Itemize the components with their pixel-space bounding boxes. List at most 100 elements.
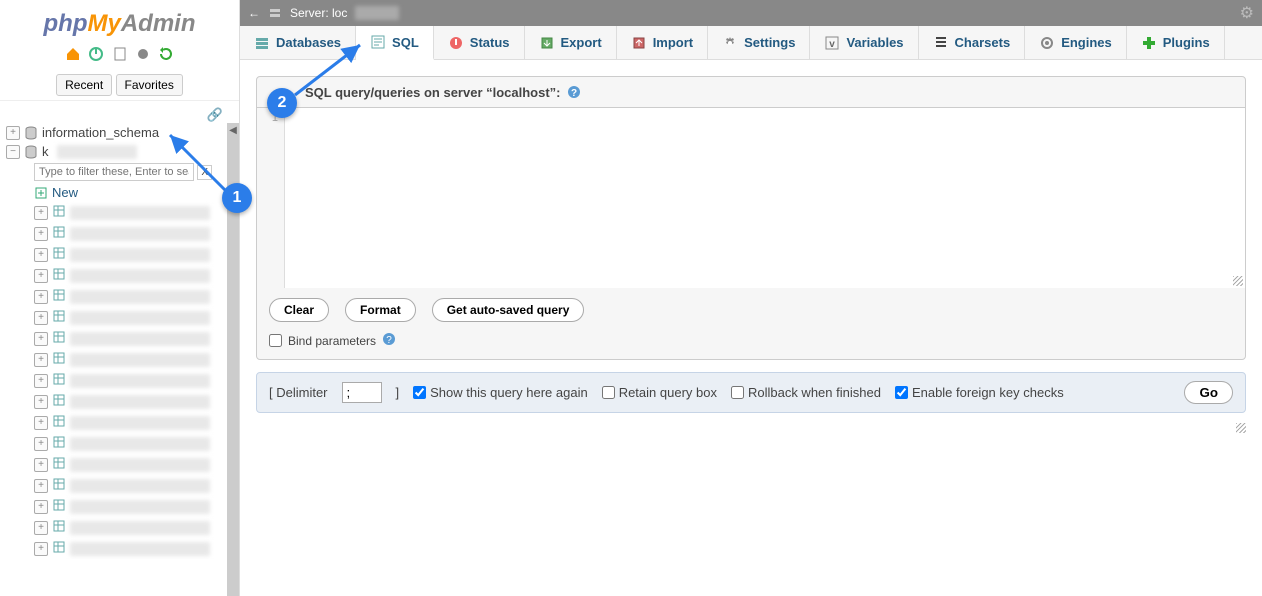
table-node[interactable]: + — [34, 370, 227, 391]
home-icon[interactable] — [65, 46, 81, 62]
table-icon — [52, 519, 66, 536]
expand-icon[interactable]: + — [34, 437, 48, 451]
redacted-text — [70, 458, 210, 472]
table-node[interactable]: + — [34, 517, 227, 538]
link-icon[interactable]: 🔗 — [0, 107, 239, 123]
expand-icon[interactable]: + — [34, 374, 48, 388]
favorites-button[interactable]: Favorites — [116, 74, 183, 96]
table-node[interactable]: + — [34, 475, 227, 496]
table-node[interactable]: + — [34, 202, 227, 223]
fk-label: Enable foreign key checks — [912, 385, 1064, 400]
page-settings-icon[interactable]: ⚙ — [1240, 3, 1254, 23]
tab-label: Charsets — [955, 35, 1011, 50]
table-node[interactable]: + — [34, 307, 227, 328]
new-icon — [34, 186, 48, 200]
tab-engines[interactable]: Engines — [1025, 26, 1127, 59]
expand-icon[interactable]: + — [34, 227, 48, 241]
table-node[interactable]: + — [34, 433, 227, 454]
table-node[interactable]: + — [34, 538, 227, 559]
new-table-link[interactable]: New — [34, 183, 227, 202]
get-autosaved-button[interactable]: Get auto-saved query — [432, 298, 585, 322]
resize-grip[interactable] — [1233, 276, 1243, 286]
filter-input[interactable] — [34, 163, 194, 181]
redacted-text — [70, 269, 210, 283]
tab-databases[interactable]: Databases — [240, 26, 356, 59]
server-breadcrumb[interactable]: Server: loc — [290, 6, 347, 20]
db-node-information-schema[interactable]: + information_schema — [6, 123, 227, 142]
table-node[interactable]: + — [34, 244, 227, 265]
tab-sql[interactable]: SQL — [356, 26, 434, 60]
expand-icon[interactable]: + — [34, 353, 48, 367]
table-node[interactable]: + — [34, 412, 227, 433]
recent-button[interactable]: Recent — [56, 74, 112, 96]
expand-icon[interactable]: + — [34, 332, 48, 346]
db-label: k — [42, 144, 49, 159]
settings-icon[interactable] — [135, 46, 151, 62]
expand-icon[interactable]: + — [34, 248, 48, 262]
expand-icon[interactable]: + — [34, 206, 48, 220]
svg-text:v: v — [830, 39, 836, 50]
new-label: New — [52, 185, 78, 200]
go-button[interactable]: Go — [1184, 381, 1233, 404]
logout-icon[interactable] — [88, 46, 104, 62]
table-icon — [52, 435, 66, 452]
sql-editor[interactable]: 1 — [257, 108, 1245, 288]
expand-icon[interactable]: + — [34, 542, 48, 556]
table-icon — [52, 225, 66, 242]
tab-status[interactable]: Status — [434, 26, 525, 59]
tab-import[interactable]: Import — [617, 26, 708, 59]
expand-icon[interactable]: + — [34, 458, 48, 472]
logo[interactable]: phpMyAdmin — [0, 0, 239, 42]
expand-icon[interactable]: + — [34, 311, 48, 325]
expand-icon[interactable]: + — [34, 500, 48, 514]
redacted-text — [70, 248, 210, 262]
expand-icon[interactable]: + — [34, 416, 48, 430]
bind-parameters-label: Bind parameters — [288, 334, 376, 348]
nav-back-button[interactable]: ← — [248, 6, 260, 20]
filter-clear-button[interactable]: X — [197, 165, 212, 180]
table-node[interactable]: + — [34, 223, 227, 244]
table-node[interactable]: + — [34, 286, 227, 307]
format-button[interactable]: Format — [345, 298, 416, 322]
expand-icon[interactable]: + — [34, 269, 48, 283]
table-node[interactable]: + — [34, 328, 227, 349]
collapse-icon[interactable]: − — [6, 145, 20, 159]
tab-charsets[interactable]: Charsets — [919, 26, 1026, 59]
expand-icon[interactable]: + — [34, 479, 48, 493]
tab-export[interactable]: Export — [525, 26, 617, 59]
clear-button[interactable]: Clear — [269, 298, 329, 322]
table-node[interactable]: + — [34, 454, 227, 475]
show-again-checkbox[interactable] — [413, 386, 426, 399]
table-node[interactable]: + — [34, 496, 227, 517]
bind-parameters-checkbox[interactable] — [269, 334, 282, 347]
help-icon[interactable]: ? — [567, 85, 581, 99]
rollback-checkbox[interactable] — [731, 386, 744, 399]
redacted-text — [70, 332, 210, 346]
retain-checkbox[interactable] — [602, 386, 615, 399]
tab-settings[interactable]: Settings — [708, 26, 810, 59]
redacted-text — [70, 353, 210, 367]
database-icon — [24, 145, 38, 159]
tab-plugins[interactable]: Plugins — [1127, 26, 1225, 59]
expand-icon[interactable]: + — [34, 521, 48, 535]
table-icon — [52, 267, 66, 284]
expand-icon[interactable]: + — [34, 290, 48, 304]
db-node-selected[interactable]: − k — [6, 142, 227, 161]
tab-label: Import — [653, 35, 693, 50]
expand-icon[interactable]: + — [6, 126, 20, 140]
delimiter-input[interactable] — [342, 382, 382, 403]
docs-icon[interactable] — [112, 46, 128, 62]
settings-icon — [722, 35, 738, 51]
topbar: ← Server: loc ⚙ — [240, 0, 1262, 26]
expand-icon[interactable]: + — [34, 395, 48, 409]
table-node[interactable]: + — [34, 265, 227, 286]
tab-label: Variables — [846, 35, 903, 50]
help-icon[interactable]: ? — [382, 332, 396, 349]
resize-grip[interactable] — [1236, 423, 1246, 433]
editor-code-area[interactable] — [285, 108, 1245, 288]
fk-checkbox[interactable] — [895, 386, 908, 399]
table-node[interactable]: + — [34, 391, 227, 412]
reload-icon[interactable] — [158, 46, 174, 62]
table-node[interactable]: + — [34, 349, 227, 370]
tab-variables[interactable]: v Variables — [810, 26, 918, 59]
